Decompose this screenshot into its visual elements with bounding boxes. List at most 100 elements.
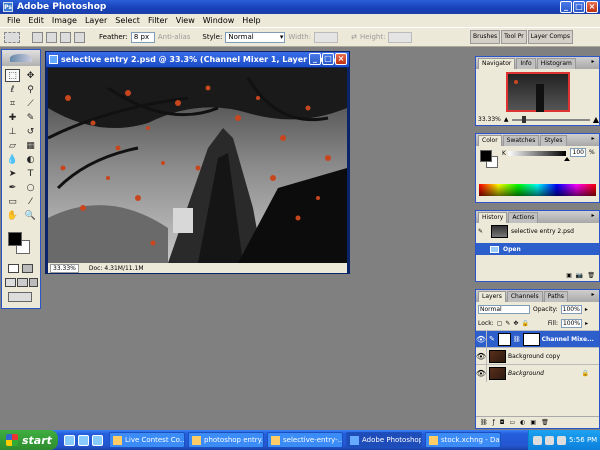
tab-channels[interactable]: Channels bbox=[506, 291, 543, 302]
quickmask-mode-icon[interactable] bbox=[22, 264, 33, 273]
zoom-slider-handle[interactable] bbox=[521, 115, 526, 123]
color-fg-swatch[interactable] bbox=[480, 150, 492, 162]
menu-image[interactable]: Image bbox=[48, 16, 81, 25]
panel-menu-icon[interactable]: ▸ bbox=[589, 136, 597, 143]
panel-menu-icon[interactable]: ▸ bbox=[589, 213, 597, 220]
lock-position-icon[interactable]: ✥ bbox=[513, 320, 518, 327]
screen-mode-icon[interactable] bbox=[5, 278, 16, 287]
intersect-selection-icon[interactable] bbox=[74, 31, 85, 43]
doc-maximize-button[interactable]: □ bbox=[322, 53, 334, 65]
tab-actions[interactable]: Actions bbox=[508, 212, 539, 223]
panel-menu-icon[interactable]: ▸ bbox=[589, 292, 597, 299]
new-set-icon[interactable]: ▭ bbox=[510, 419, 516, 426]
k-slider-handle[interactable] bbox=[564, 157, 570, 161]
crop-tool-icon[interactable]: ⌗ bbox=[5, 97, 20, 110]
lasso-tool-icon[interactable]: ℓ bbox=[5, 83, 20, 96]
k-value-input[interactable]: 100 bbox=[570, 148, 586, 157]
eye-icon[interactable]: 👁 bbox=[476, 347, 487, 365]
clone-stamp-icon[interactable]: ⊥ bbox=[5, 125, 20, 138]
add-mask-icon[interactable]: ◘ bbox=[500, 419, 505, 426]
zoom-tool-icon[interactable]: 🔍 bbox=[23, 209, 38, 222]
lock-transparency-icon[interactable]: ▢ bbox=[497, 320, 503, 327]
tab-paths[interactable]: Paths bbox=[543, 291, 568, 302]
fill-chevron-icon[interactable]: ▸ bbox=[585, 320, 588, 327]
history-snapshot-row[interactable]: ✎ selective entry 2.psd bbox=[476, 223, 599, 239]
task-photoshop-entry[interactable]: photoshop entry... bbox=[188, 432, 264, 448]
navigator-thumbnail[interactable] bbox=[505, 72, 570, 112]
layer-row-channel-mixer[interactable]: 👁 ✎ ⛓ Channel Mixe... bbox=[476, 330, 599, 348]
minimize-button[interactable]: _ bbox=[560, 1, 572, 13]
delete-state-icon[interactable]: 🗑 bbox=[587, 272, 595, 279]
standard-mode-icon[interactable] bbox=[8, 264, 19, 273]
feather-input[interactable]: 8 px bbox=[130, 31, 155, 43]
height-input[interactable] bbox=[388, 31, 413, 43]
delete-layer-icon[interactable]: 🗑 bbox=[541, 419, 549, 426]
subtract-selection-icon[interactable] bbox=[60, 31, 71, 43]
tray-security-icon[interactable] bbox=[557, 435, 566, 445]
blur-tool-icon[interactable]: 💧 bbox=[5, 153, 20, 166]
media-player-icon[interactable] bbox=[78, 434, 89, 446]
color-spectrum-ramp[interactable] bbox=[479, 184, 596, 196]
menu-help[interactable]: Help bbox=[238, 16, 264, 25]
k-slider[interactable] bbox=[508, 151, 566, 156]
tab-histogram[interactable]: Histogram bbox=[536, 58, 576, 69]
zoom-slider[interactable] bbox=[511, 115, 590, 123]
new-document-from-state-icon[interactable]: ▣ bbox=[566, 272, 572, 279]
tab-color[interactable]: Color bbox=[478, 135, 502, 146]
brush-tool-icon[interactable]: ✎ bbox=[23, 111, 38, 124]
panel-menu-icon[interactable]: ▸ bbox=[589, 59, 597, 66]
menu-select[interactable]: Select bbox=[111, 16, 144, 25]
start-button[interactable]: start bbox=[0, 430, 58, 450]
tray-volume-icon[interactable] bbox=[545, 435, 554, 445]
style-select[interactable]: Normal ▾ bbox=[225, 31, 286, 43]
layer-style-icon[interactable]: ƒ bbox=[493, 419, 495, 426]
palette-well-tool-presets[interactable]: Tool Pr bbox=[501, 30, 527, 44]
notes-tool-icon[interactable]: ▭ bbox=[5, 195, 20, 208]
tab-info[interactable]: Info bbox=[516, 58, 536, 69]
doc-minimize-button[interactable]: _ bbox=[309, 53, 321, 65]
add-selection-icon[interactable] bbox=[46, 31, 57, 43]
jump-to-imageready-icon[interactable] bbox=[8, 292, 32, 302]
fill-input[interactable]: 100% bbox=[560, 318, 583, 328]
hand-tool-icon[interactable]: ✋ bbox=[5, 209, 20, 222]
menu-window[interactable]: Window bbox=[199, 16, 239, 25]
tab-navigator[interactable]: Navigator bbox=[478, 58, 516, 69]
history-brush-icon[interactable]: ↺ bbox=[23, 125, 38, 138]
swap-icon[interactable]: ⇄ bbox=[351, 33, 357, 41]
doc-info[interactable]: Doc: 4.31M/11.1M bbox=[89, 265, 144, 272]
clock[interactable]: 5:56 PM bbox=[569, 436, 597, 444]
gradient-tool-icon[interactable]: ▦ bbox=[23, 139, 38, 152]
eye-icon[interactable]: 👁 bbox=[476, 364, 487, 382]
zoom-in-icon[interactable]: ▲ bbox=[593, 115, 599, 124]
palette-well-layer-comps[interactable]: Layer Comps bbox=[527, 30, 573, 44]
task-adobe-photoshop[interactable]: Adobe Photoshop bbox=[346, 432, 422, 448]
document-title-bar[interactable]: selective entry 2.psd @ 33.3% (Channel M… bbox=[46, 52, 349, 67]
tab-layers[interactable]: Layers bbox=[478, 291, 506, 302]
new-adjustment-icon[interactable]: ◐ bbox=[520, 419, 525, 426]
pen-tool-icon[interactable]: ✒ bbox=[5, 181, 20, 194]
type-tool-icon[interactable]: T bbox=[23, 167, 38, 180]
eraser-tool-icon[interactable]: ▱ bbox=[5, 139, 20, 152]
new-snapshot-icon[interactable]: 📷 bbox=[576, 272, 583, 279]
eye-icon[interactable]: 👁 bbox=[476, 330, 487, 348]
menu-layer[interactable]: Layer bbox=[81, 16, 111, 25]
close-button[interactable]: × bbox=[586, 1, 598, 13]
shape-tool-icon[interactable]: ○ bbox=[23, 181, 38, 194]
layer-row-background[interactable]: 👁 Background 🔒 bbox=[476, 364, 599, 382]
task-stock-xchng[interactable]: stock.xchng - Da... bbox=[425, 432, 501, 448]
opacity-chevron-icon[interactable]: ▸ bbox=[585, 306, 588, 313]
doc-close-button[interactable]: × bbox=[335, 53, 347, 65]
chain-link-icon[interactable]: ⛓ bbox=[513, 336, 521, 343]
slice-tool-icon[interactable]: ⟋ bbox=[23, 97, 38, 110]
menu-view[interactable]: View bbox=[172, 16, 199, 25]
lock-pixels-icon[interactable]: ✎ bbox=[505, 320, 510, 327]
palette-well-brushes[interactable]: Brushes bbox=[470, 30, 501, 44]
marquee-tool-icon[interactable]: ⬚ bbox=[5, 69, 20, 82]
navigator-zoom-value[interactable]: 33.33% bbox=[478, 116, 501, 123]
width-input[interactable] bbox=[314, 31, 339, 43]
path-selection-icon[interactable]: ➤ bbox=[5, 167, 20, 180]
document-canvas[interactable] bbox=[48, 68, 347, 263]
lock-all-icon[interactable]: 🔒 bbox=[521, 320, 528, 327]
move-tool-icon[interactable]: ✥ bbox=[23, 69, 38, 82]
new-layer-icon[interactable]: ▣ bbox=[530, 419, 536, 426]
